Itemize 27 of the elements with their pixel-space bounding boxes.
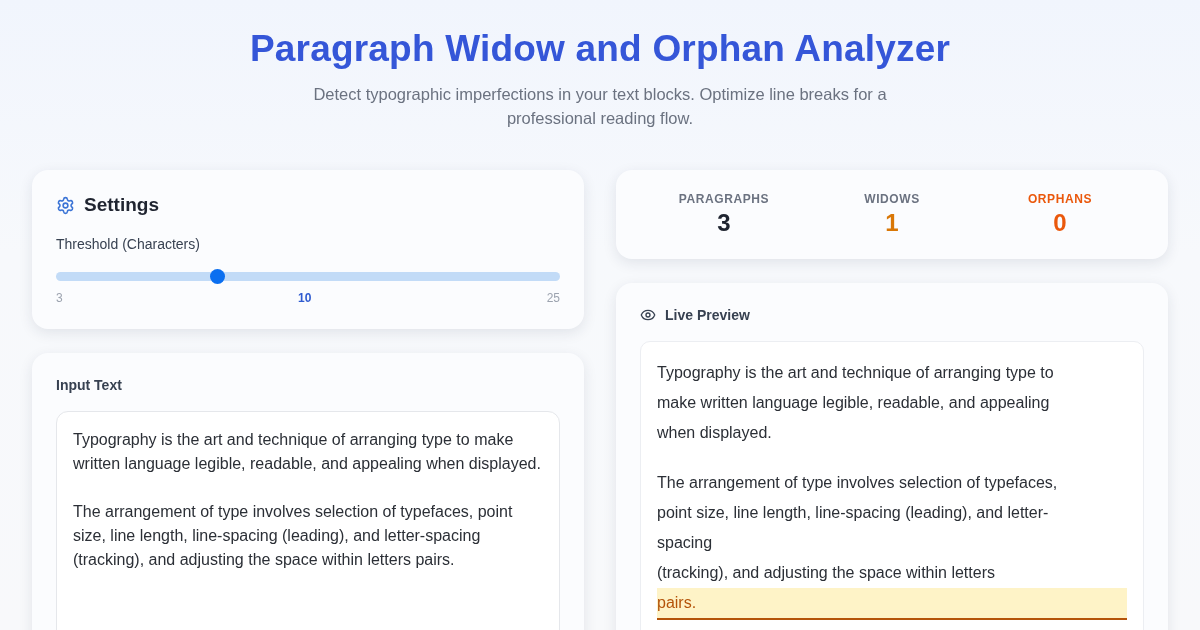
preview-line: spacing xyxy=(657,533,714,553)
preview-line: The arrangement of type involves selection of typefaces, xyxy=(657,473,1059,493)
slider-thumb[interactable] xyxy=(209,269,225,284)
threshold-label: Threshold (Characters) xyxy=(56,236,201,252)
settings-icon xyxy=(56,195,75,215)
preview-line: Typography is the art and technique of arranging type to xyxy=(657,363,1055,383)
eye-icon xyxy=(640,307,656,323)
stat-label: ORPHANS xyxy=(1027,192,1093,206)
page-title: Paragraph Widow and Orphan Analyzer xyxy=(249,28,951,70)
preview-line: make written language legible, readable, and appealing xyxy=(657,393,1051,413)
stat-label: WIDOWS xyxy=(864,192,920,206)
slider-max: 25 xyxy=(546,291,560,305)
stat-value: 3 xyxy=(717,209,731,237)
stat-value: 1 xyxy=(885,209,899,237)
input-label: Input Text xyxy=(56,377,123,393)
page-subtitle: Detect typographic imperfections in your text blocks. Optimize line breaks for a professional reading flow. xyxy=(312,84,888,129)
preview-line: when displayed. xyxy=(657,423,773,443)
stat-label: PARAGRAPHS xyxy=(678,192,770,206)
settings-title: Settings xyxy=(84,194,159,216)
preview-line: point size, line length, line-spacing (leading), and letter- xyxy=(657,503,1050,523)
preview-title: Live Preview xyxy=(665,307,750,323)
preview-line: (tracking), and adjusting the space within letters xyxy=(657,563,996,583)
threshold-slider-track[interactable] xyxy=(56,272,560,281)
slider-value: 10 xyxy=(298,291,312,305)
text-input-field[interactable]: Typography is the art and technique of arranging type to make written language legible, readable, and appealing when displayed. The arrangement of type involves selection of typefaces, point size, line length, line-spacing (leading), and letter-spacing (tracking), and adjusting the space within letters pairs. xyxy=(56,411,560,630)
stat-value: 0 xyxy=(1053,209,1067,237)
slider-min: 3 xyxy=(56,291,63,305)
